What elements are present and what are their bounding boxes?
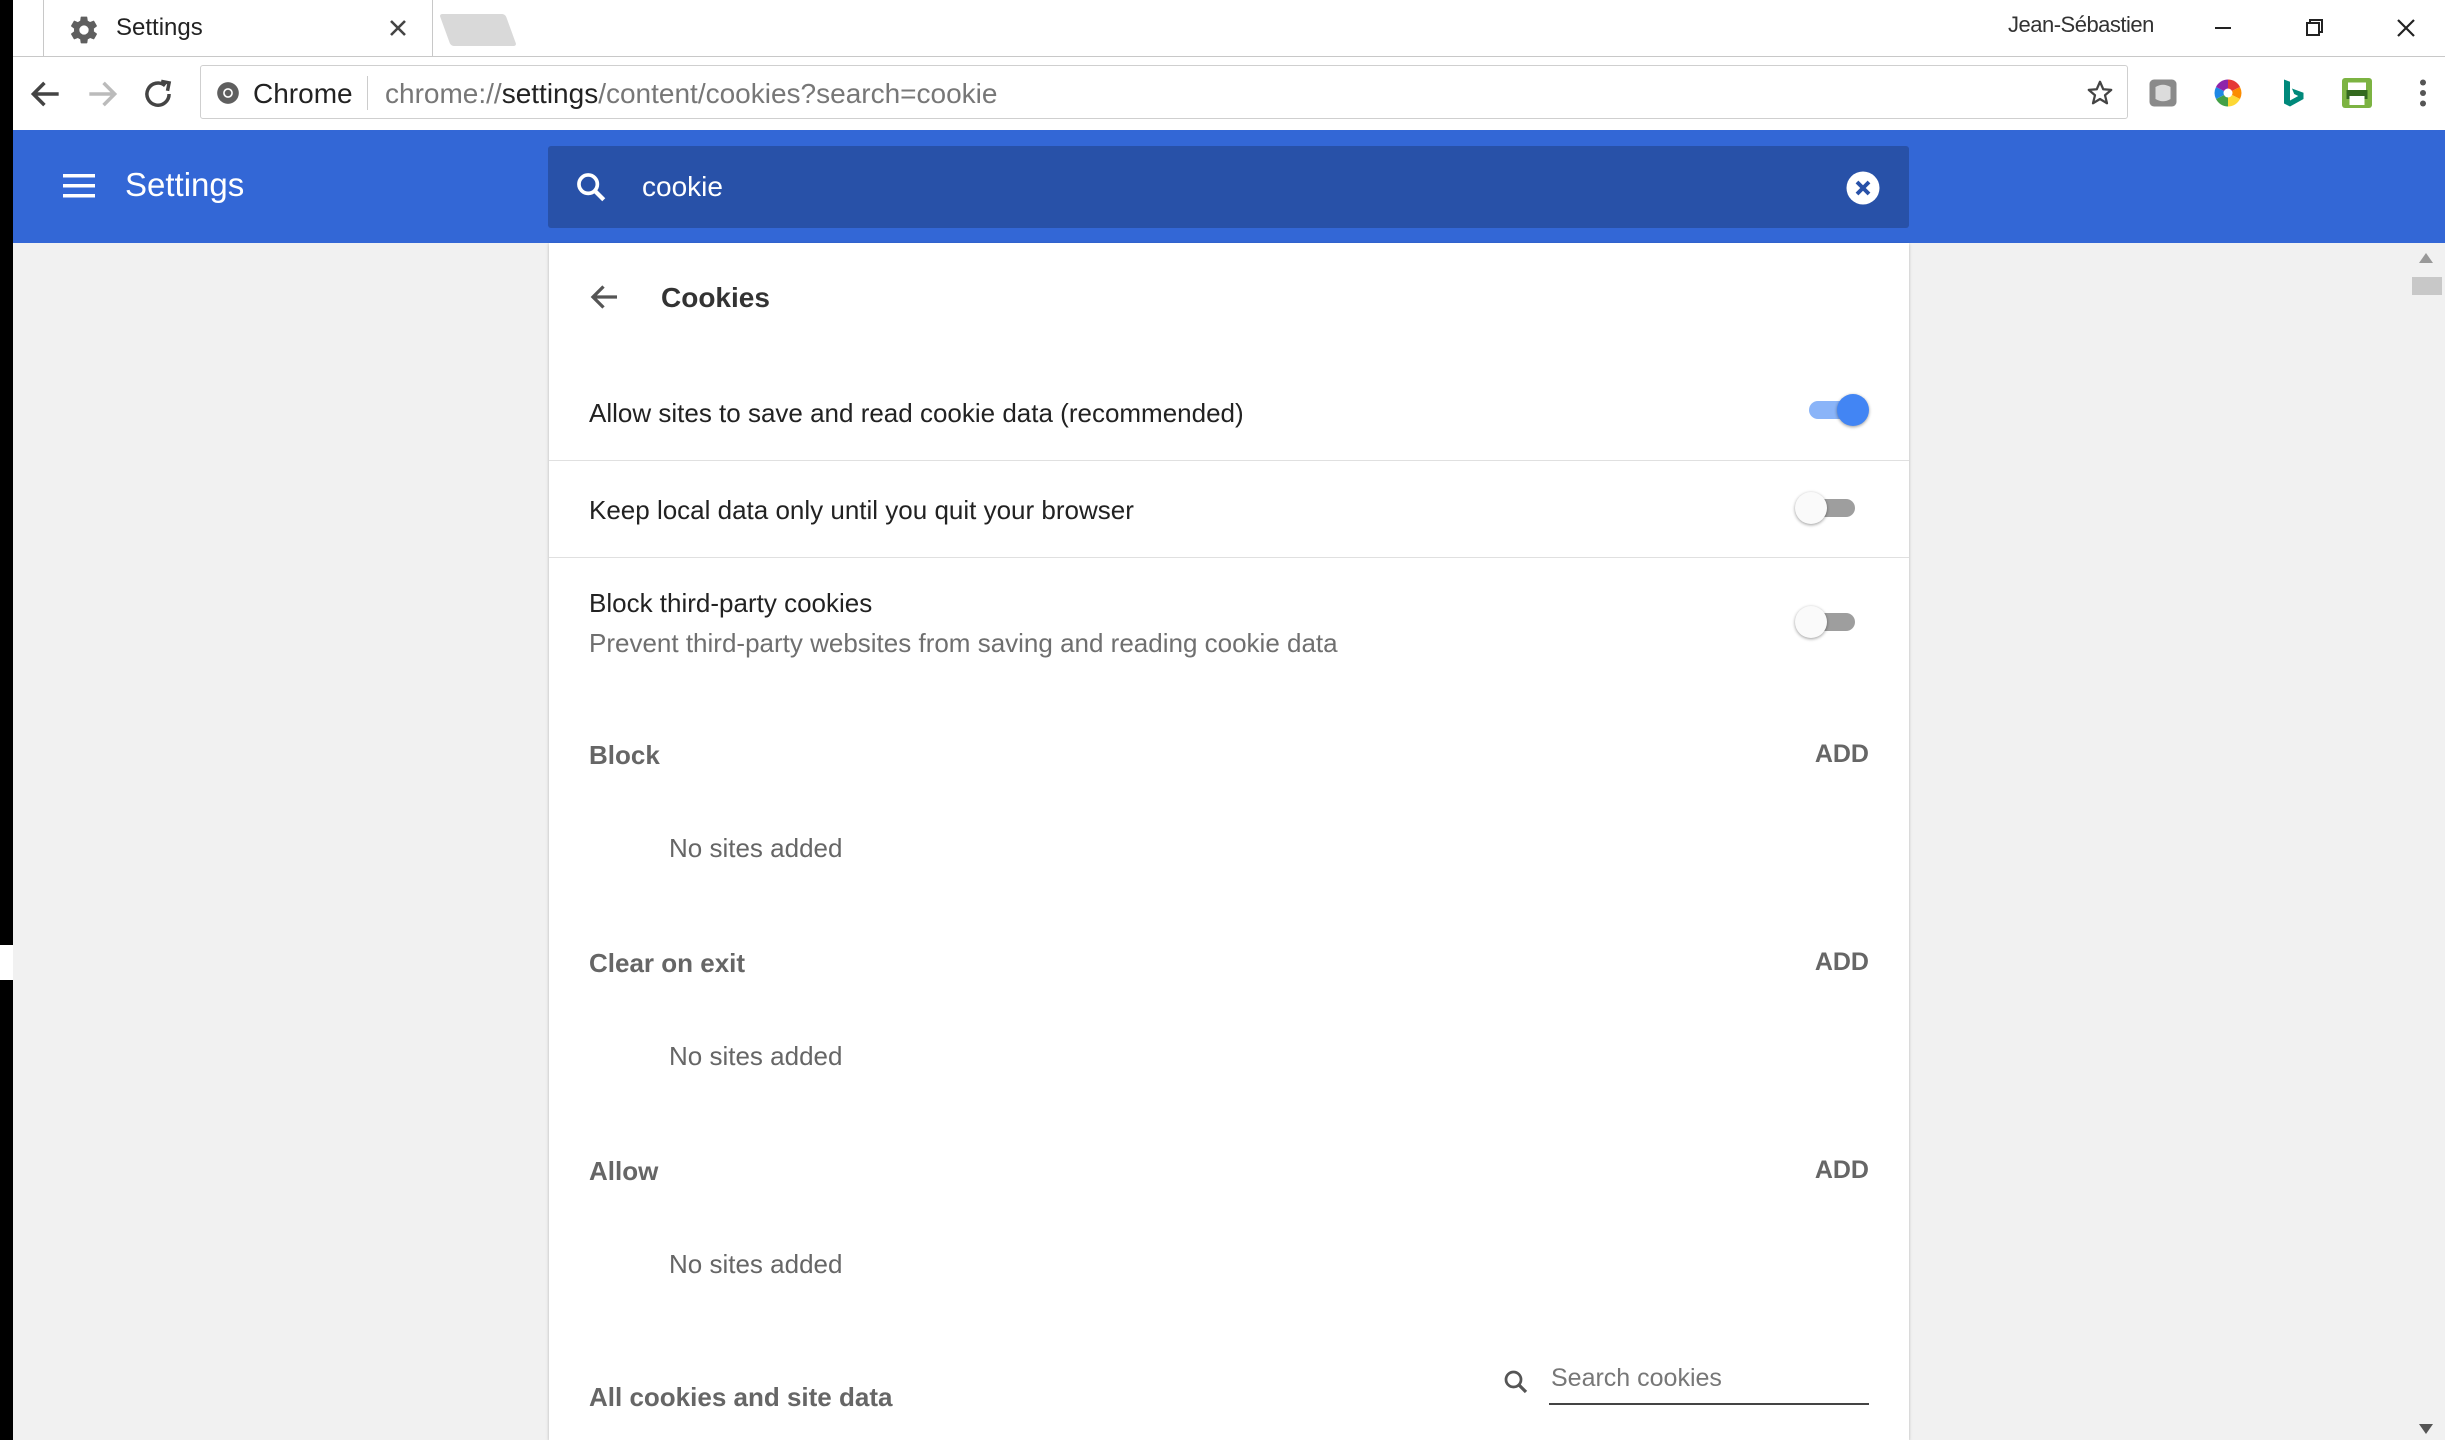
search-cookies-input[interactable]	[1549, 1353, 1869, 1405]
edge-block	[0, 0, 13, 945]
keep-local-data-label: Keep local data only until you quit your…	[589, 495, 1134, 525]
allow-cookies-row[interactable]: Allow sites to save and read cookie data…	[549, 363, 1909, 460]
close-window-icon[interactable]	[2380, 8, 2432, 48]
forward-icon[interactable]	[83, 75, 121, 113]
block-third-party-description: Prevent third-party websites from saving…	[589, 628, 1338, 658]
allow-empty-text: No sites added	[669, 1249, 843, 1279]
bing-icon[interactable]	[2275, 75, 2311, 111]
block-add-button[interactable]: ADD	[1815, 740, 1869, 769]
block-section-title: Block	[589, 740, 660, 770]
toggle-knob	[1837, 394, 1869, 426]
tab-settings[interactable]: Settings	[43, 0, 433, 57]
browser-toolbar: Chrome chrome://settings/content/cookies…	[13, 56, 2445, 130]
color-wheel-extension-icon[interactable]	[2210, 75, 2246, 111]
hamburger-menu-icon[interactable]	[61, 170, 97, 202]
page-scrollbar[interactable]	[2407, 243, 2445, 1440]
allow-cookies-label: Allow sites to save and read cookie data…	[589, 398, 1244, 428]
url-text[interactable]: chrome://settings/content/cookies?search…	[385, 78, 997, 110]
toggle-knob	[1795, 492, 1827, 524]
bookmark-star-icon[interactable]	[2085, 78, 2115, 108]
keep-local-data-row[interactable]: Keep local data only until you quit your…	[549, 460, 1909, 557]
back-arrow-icon[interactable]	[587, 279, 623, 315]
chrome-menu-icon[interactable]	[2405, 75, 2441, 111]
toggle-knob	[1795, 606, 1827, 638]
page-title: Cookies	[661, 282, 770, 313]
settings-search-input[interactable]	[640, 164, 1790, 210]
green-printer-extension-icon[interactable]	[2339, 75, 2375, 111]
gear-icon	[71, 16, 97, 44]
search-icon	[1504, 1370, 1528, 1394]
block-third-party-toggle[interactable]	[1795, 601, 1859, 641]
clear-on-exit-add-button[interactable]: ADD	[1815, 948, 1869, 977]
cookies-settings-card: Cookies Allow sites to save and read coo…	[549, 243, 1909, 1440]
url-scheme: chrome://	[385, 78, 502, 109]
search-icon	[577, 173, 606, 202]
new-tab-button[interactable]	[439, 14, 517, 46]
block-third-party-row[interactable]: Block third-party cookies Prevent third-…	[549, 557, 1909, 677]
scrollbar-thumb[interactable]	[2412, 277, 2442, 295]
omnibox-separator	[367, 76, 368, 110]
clear-on-exit-section-title: Clear on exit	[589, 948, 746, 978]
clear-on-exit-empty-text: No sites added	[669, 1041, 843, 1071]
all-cookies-title[interactable]: All cookies and site data	[589, 1382, 892, 1413]
settings-header: Settings	[13, 130, 2445, 243]
address-bar[interactable]: Chrome chrome://settings/content/cookies…	[200, 65, 2128, 119]
block-empty-text: No sites added	[669, 833, 843, 863]
keep-local-data-toggle[interactable]	[1795, 487, 1859, 527]
allow-add-button[interactable]: ADD	[1815, 1156, 1869, 1185]
chrome-icon[interactable]	[215, 80, 241, 106]
secure-chip-label: Chrome	[253, 78, 353, 109]
allow-cookies-toggle[interactable]	[1805, 389, 1869, 429]
minimize-icon[interactable]	[2197, 8, 2249, 48]
profile-name[interactable]: Jean-Sébastien	[2008, 12, 2154, 38]
reload-icon[interactable]	[139, 75, 177, 113]
edge-block	[0, 980, 13, 1440]
close-tab-icon[interactable]	[384, 14, 412, 42]
left-window-edge	[0, 0, 13, 1440]
gray-extension-icon[interactable]	[2145, 75, 2181, 111]
clear-search-icon[interactable]	[1845, 170, 1881, 206]
scroll-up-arrow-icon[interactable]	[2419, 253, 2433, 263]
url-path: /content/cookies?search=cookie	[598, 78, 998, 109]
url-host: settings	[501, 78, 599, 109]
back-icon[interactable]	[27, 75, 65, 113]
restore-icon[interactable]	[2288, 8, 2340, 48]
settings-title: Settings	[125, 166, 245, 203]
tab-strip: Settings Jean-Sébastien	[13, 0, 2445, 57]
settings-search-bar[interactable]	[548, 146, 1909, 228]
block-third-party-label: Block third-party cookies	[589, 588, 873, 618]
allow-section-title: Allow	[589, 1156, 659, 1186]
tab-title: Settings	[116, 14, 203, 41]
scroll-down-arrow-icon[interactable]	[2419, 1424, 2433, 1434]
